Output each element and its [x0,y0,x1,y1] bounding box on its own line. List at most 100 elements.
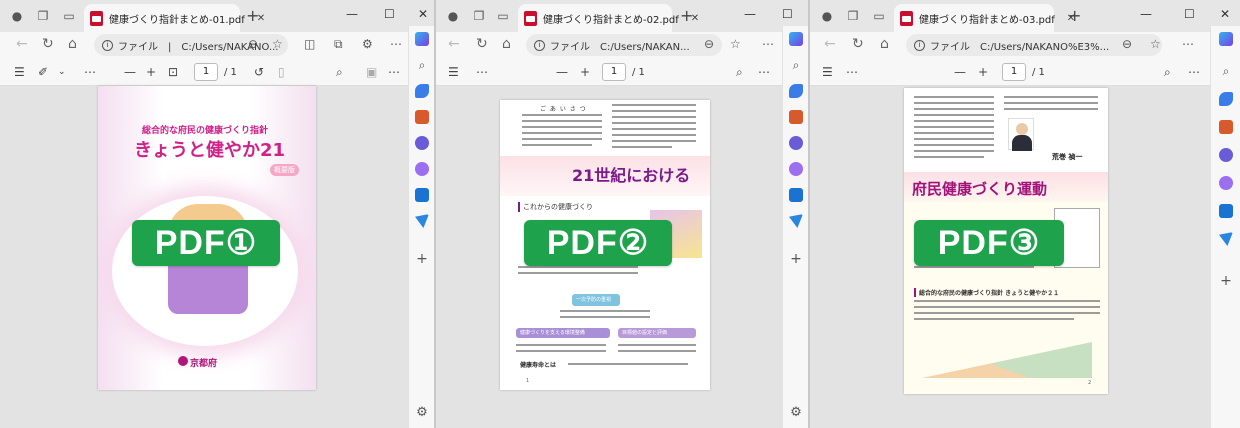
plus-icon[interactable]: + [789,252,803,266]
search-icon[interactable]: ⌕ [415,58,429,72]
collections-icon[interactable]: ⧉ [334,37,343,52]
page-number-input[interactable]: 1 [194,63,218,81]
send-icon[interactable] [1219,232,1233,246]
profile-icon[interactable]: ● [446,9,460,23]
favorite-star-icon[interactable]: ☆ [730,37,741,51]
favorite-star-icon[interactable]: ☆ [272,37,283,51]
outlook-icon[interactable] [415,188,429,202]
view-icon[interactable]: ▯ [278,65,285,79]
extension-icon[interactable]: ⚙ [362,37,373,51]
briefcase-icon[interactable] [1219,120,1233,134]
outlook-icon[interactable] [789,188,803,202]
more-tools-icon[interactable]: ⋯ [84,65,96,79]
more-icon[interactable]: ⋯ [390,37,402,51]
zoom-icon[interactable]: ⊖ [704,37,714,51]
briefcase-icon[interactable] [415,110,429,124]
new-tab-button[interactable]: + [680,6,693,25]
back-icon[interactable]: ← [16,36,28,52]
plus-icon[interactable]: + [415,252,429,266]
tag-icon[interactable] [415,84,429,98]
refresh-icon[interactable]: ↻ [476,36,488,52]
site-info-icon[interactable]: i [914,39,925,51]
close-window-button[interactable]: ✕ [1220,7,1230,21]
more-tools-icon[interactable]: ⋯ [846,65,858,79]
copilot-app-icon[interactable] [415,162,429,176]
copilot-icon[interactable] [415,32,429,46]
site-info-icon[interactable]: i [534,39,545,51]
tab-actions-icon[interactable]: ▭ [872,9,886,23]
home-icon[interactable]: ⌂ [502,36,511,52]
new-tab-button[interactable]: + [1068,6,1081,25]
minimize-button[interactable]: — [744,7,756,21]
profile-icon[interactable]: ● [10,9,24,23]
home-icon[interactable]: ⌂ [880,36,889,52]
briefcase-icon[interactable] [789,110,803,124]
fit-page-icon[interactable]: ⊡ [168,65,178,79]
zoom-icon[interactable]: ⊖ [248,37,258,51]
contents-icon[interactable]: ☰ [14,65,25,79]
save-icon[interactable]: ▣ [366,65,377,79]
zoom-icon[interactable]: ⊖ [1122,37,1132,51]
back-icon[interactable]: ← [448,36,460,52]
zoom-in-icon[interactable]: + [146,65,156,79]
page-number-input[interactable]: 1 [1002,63,1026,81]
site-info-icon[interactable]: i [102,39,113,51]
tab-active[interactable]: 健康づくり指針まとめ-03.pdf ✕ [894,4,1075,32]
profile-icon[interactable]: ● [820,9,834,23]
people-icon[interactable] [1219,148,1233,162]
favorite-star-icon[interactable]: ☆ [1150,37,1161,51]
search-icon[interactable]: ⌕ [1219,64,1233,78]
tab-actions-icon[interactable]: ▭ [62,9,76,23]
zoom-out-icon[interactable]: — [556,65,568,79]
tab-active[interactable]: 健康づくり指針まとめ-02.pdf ✕ [518,4,699,32]
more-icon[interactable]: ⋯ [762,37,774,51]
address-field[interactable]: i ファイル | C:/Users/NAKANO... [94,34,288,56]
page-number-input[interactable]: 1 [602,63,626,81]
minimize-button[interactable]: — [346,7,358,21]
people-icon[interactable] [789,136,803,150]
workspaces-icon[interactable]: ❐ [846,9,860,23]
search-icon[interactable]: ⌕ [336,65,343,80]
rotate-icon[interactable]: ↺ [254,65,264,79]
address-field[interactable]: i ファイル C:/Users/NAKAN... [526,34,722,56]
settings-icon[interactable]: ⚙ [415,406,429,420]
copilot-app-icon[interactable] [789,162,803,176]
maximize-button[interactable]: ☐ [1184,7,1195,21]
tab-actions-icon[interactable]: ▭ [496,9,510,23]
people-icon[interactable] [415,136,429,150]
refresh-icon[interactable]: ↻ [42,36,54,52]
more-tools-icon[interactable]: ⋯ [476,65,488,79]
zoom-out-icon[interactable]: — [124,65,136,79]
copilot-icon[interactable] [1219,32,1233,46]
highlight-icon[interactable]: ✐ [38,65,48,79]
refresh-icon[interactable]: ↻ [852,36,864,52]
settings-icon[interactable]: ⚙ [789,406,803,420]
new-tab-button[interactable]: + [246,6,259,25]
back-icon[interactable]: ← [824,36,836,52]
tag-icon[interactable] [1219,92,1233,106]
workspaces-icon[interactable]: ❐ [472,9,486,23]
more-icon[interactable]: ⋯ [388,65,400,79]
copilot-icon[interactable] [789,32,803,46]
zoom-out-icon[interactable]: — [954,65,966,79]
search-icon[interactable]: ⌕ [789,58,803,72]
home-icon[interactable]: ⌂ [68,36,77,52]
outlook-icon[interactable] [1219,204,1233,218]
zoom-in-icon[interactable]: + [580,65,590,79]
maximize-button[interactable]: ☐ [384,7,395,21]
minimize-button[interactable]: — [1140,7,1152,21]
contents-icon[interactable]: ☰ [822,65,833,79]
send-icon[interactable] [415,214,429,228]
split-screen-icon[interactable]: ◫ [304,37,315,51]
more-icon[interactable]: ⋯ [1182,37,1194,51]
tab-active[interactable]: 健康づくり指針まとめ-01.pdf ✕ [84,4,265,32]
tag-icon[interactable] [789,84,803,98]
search-icon[interactable]: ⌕ [1164,65,1171,80]
zoom-in-icon[interactable]: + [978,65,988,79]
search-icon[interactable]: ⌕ [736,65,743,80]
chevron-down-icon[interactable]: ⌄ [58,67,66,77]
more-icon[interactable]: ⋯ [758,65,770,79]
close-window-button[interactable]: ✕ [418,7,428,21]
contents-icon[interactable]: ☰ [448,65,459,79]
maximize-button[interactable]: ☐ [782,7,793,21]
